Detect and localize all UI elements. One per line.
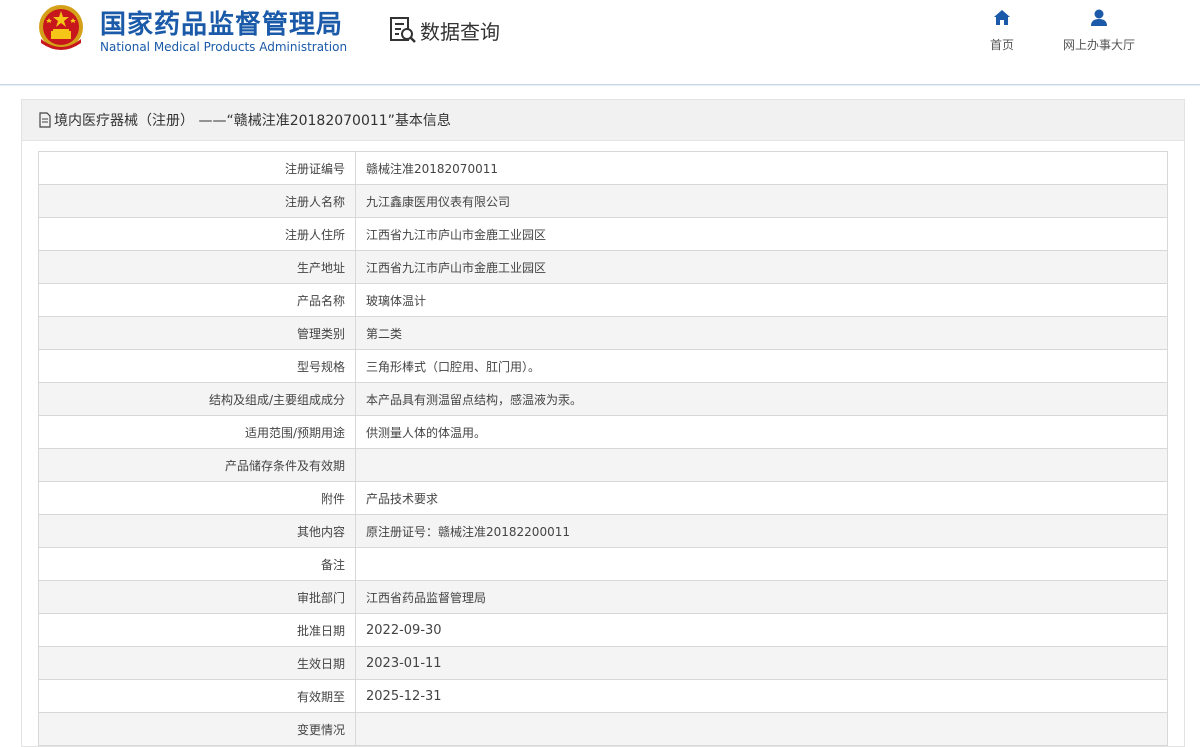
table-row: 型号规格 三角形棒式（口腔用、肛门用）。 (38, 349, 1168, 383)
row-value: 三角形棒式（口腔用、肛门用）。 (355, 349, 1168, 383)
home-icon (994, 10, 1010, 25)
nav-home[interactable]: 首页 (990, 8, 1014, 53)
row-value: 2022-09-30 (355, 613, 1168, 647)
table-row: 生效日期 2023-01-11 (38, 646, 1168, 680)
table-row: 注册人名称 九江鑫康医用仪表有限公司 (38, 184, 1168, 218)
row-label: 型号规格 (38, 349, 356, 383)
row-label: 结构及组成/主要组成成分 (38, 382, 356, 416)
table-row: 产品储存条件及有效期 (38, 448, 1168, 482)
row-label: 批准日期 (38, 613, 356, 647)
row-value: 赣械注准20182070011 (355, 151, 1168, 185)
row-value: 玻璃体温计 (355, 283, 1168, 317)
row-value: 本产品具有测温留点结构，感温液为汞。 (355, 382, 1168, 416)
row-value (355, 712, 1168, 746)
row-value: 原注册证号：赣械注准20182200011 (355, 514, 1168, 548)
table-row: 结构及组成/主要组成成分 本产品具有测温留点结构，感温液为汞。 (38, 382, 1168, 416)
row-label: 注册人名称 (38, 184, 356, 218)
row-label: 其他内容 (38, 514, 356, 548)
row-label: 管理类别 (38, 316, 356, 350)
table-row: 变更情况 (38, 712, 1168, 746)
row-label: 注册人住所 (38, 217, 356, 251)
table-row: 审批部门 江西省药品监督管理局 (38, 580, 1168, 614)
table-row: 备注 (38, 547, 1168, 581)
row-label: 变更情况 (38, 712, 356, 746)
table-row: 管理类别 第二类 (38, 316, 1168, 350)
nav-service-label: 网上办事大厅 (1063, 38, 1136, 52)
registration-detail-table: 注册证编号 赣械注准20182070011 注册人名称 九江鑫康医用仪表有限公司… (38, 151, 1168, 746)
site-header: 国家药品监督管理局 National Medical Products Admi… (0, 0, 1200, 85)
table-row: 注册证编号 赣械注准20182070011 (38, 151, 1168, 185)
query-title-text: 数据查询 (420, 19, 500, 44)
row-label: 附件 (38, 481, 356, 515)
row-value: 产品技术要求 (355, 481, 1168, 515)
row-label: 生产地址 (38, 250, 356, 284)
national-emblem-icon (39, 5, 83, 50)
table-row: 批准日期 2022-09-30 (38, 613, 1168, 647)
org-name-cn[interactable]: 国家药品监督管理局 (100, 4, 343, 41)
row-label: 审批部门 (38, 580, 356, 614)
row-label: 有效期至 (38, 679, 356, 713)
org-name-en[interactable]: National Medical Products Administration (100, 40, 347, 54)
data-query-title: 数据查询 (388, 16, 500, 44)
row-value: 江西省九江市庐山市金鹿工业园区 (355, 217, 1168, 251)
table-row: 产品名称 玻璃体温计 (38, 283, 1168, 317)
row-value: 江西省九江市庐山市金鹿工业园区 (355, 250, 1168, 284)
row-value (355, 547, 1168, 581)
row-value: 2025-12-31 (355, 679, 1168, 713)
row-label: 备注 (38, 547, 356, 581)
row-label: 产品名称 (38, 283, 356, 317)
table-row: 注册人住所 江西省九江市庐山市金鹿工业园区 (38, 217, 1168, 251)
panel-title: 境内医疗器械（注册） ——“赣械注准20182070011”基本信息 (54, 113, 451, 129)
table-row: 适用范围/预期用途 供测量人体的体温用。 (38, 415, 1168, 449)
panel-title-bar: 境内医疗器械（注册） ——“赣械注准20182070011”基本信息 (22, 100, 1184, 141)
table-row: 有效期至 2025-12-31 (38, 679, 1168, 713)
row-value (355, 448, 1168, 482)
user-icon (1091, 9, 1107, 26)
table-row: 附件 产品技术要求 (38, 481, 1168, 515)
row-value: 供测量人体的体温用。 (355, 415, 1168, 449)
row-label: 生效日期 (38, 646, 356, 680)
document-icon (39, 112, 51, 128)
nav-home-label: 首页 (990, 38, 1015, 52)
row-value: 第二类 (355, 316, 1168, 350)
search-document-icon (390, 17, 416, 43)
row-value: 九江鑫康医用仪表有限公司 (355, 184, 1168, 218)
nav-online-service-hall[interactable]: 网上办事大厅 (1063, 8, 1135, 53)
info-panel: 境内医疗器械（注册） ——“赣械注准20182070011”基本信息 注册证编号… (21, 99, 1185, 747)
row-label: 注册证编号 (38, 151, 356, 185)
detail-content: 注册证编号 赣械注准20182070011 注册人名称 九江鑫康医用仪表有限公司… (22, 141, 1184, 746)
header-divider (0, 85, 1200, 86)
table-row: 生产地址 江西省九江市庐山市金鹿工业园区 (38, 250, 1168, 284)
row-label: 适用范围/预期用途 (38, 415, 356, 449)
table-row: 其他内容 原注册证号：赣械注准20182200011 (38, 514, 1168, 548)
row-label: 产品储存条件及有效期 (38, 448, 356, 482)
row-value: 江西省药品监督管理局 (355, 580, 1168, 614)
row-value: 2023-01-11 (355, 646, 1168, 680)
